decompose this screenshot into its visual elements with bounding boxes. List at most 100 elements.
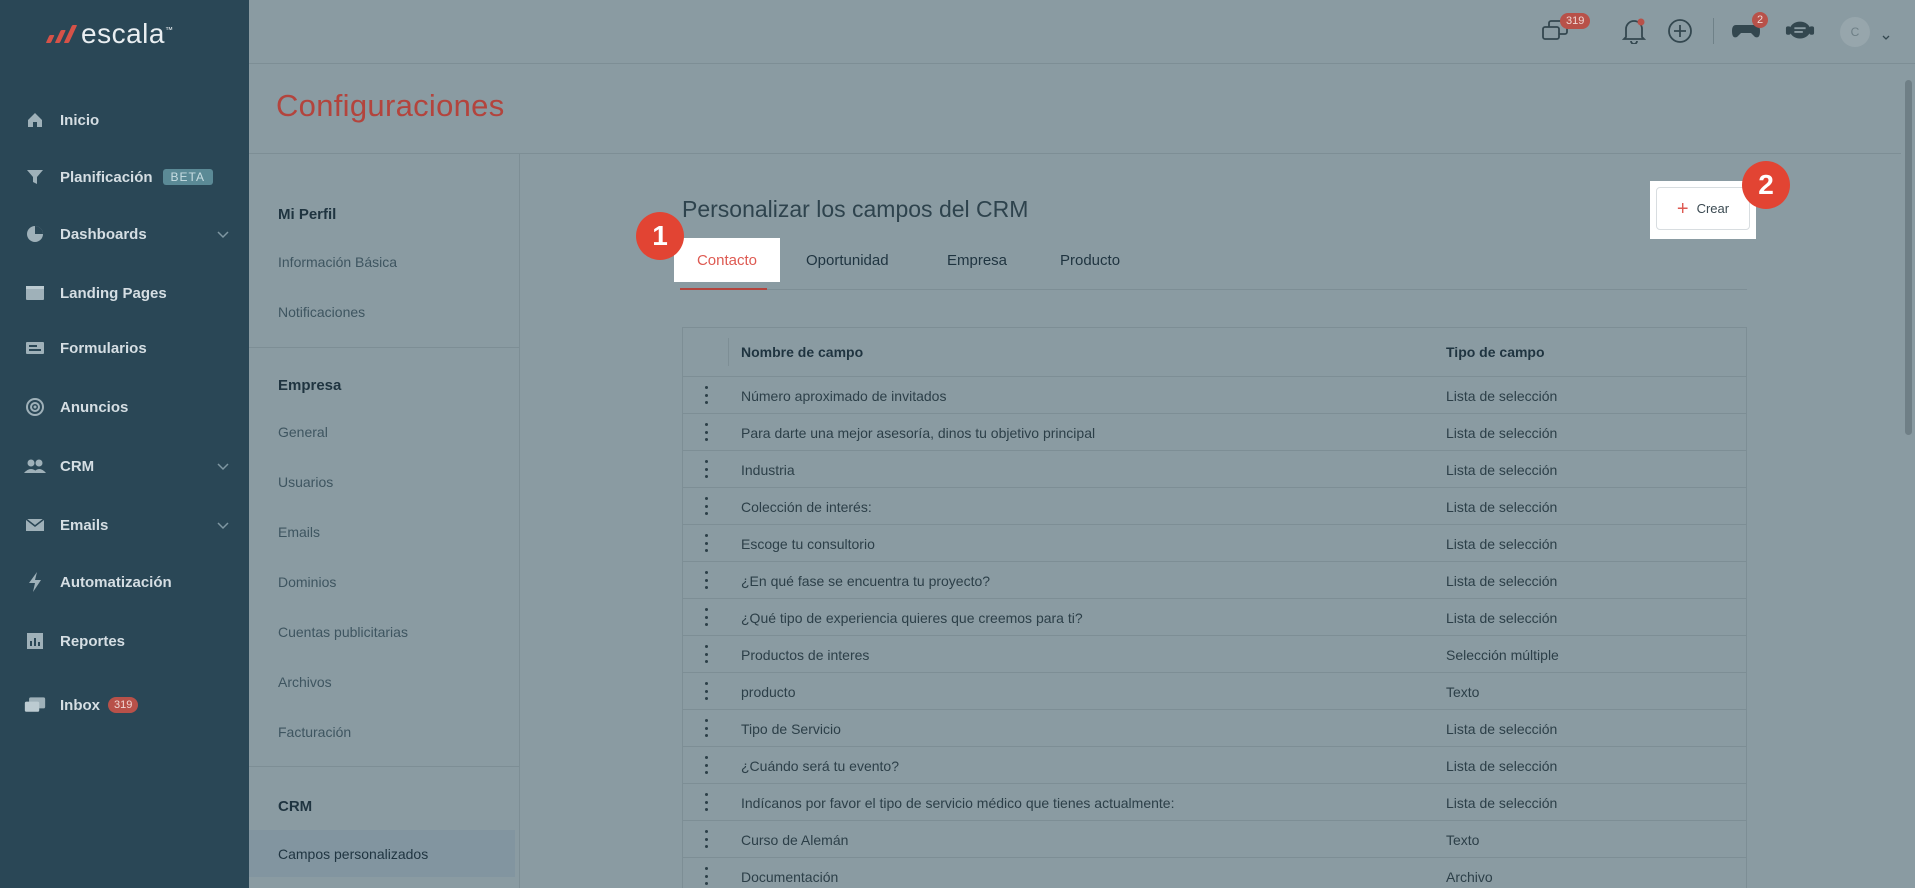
plus-icon: + <box>1676 197 1689 220</box>
gamepad-count-badge: 2 <box>1752 12 1769 28</box>
settings-item-facturacion[interactable]: Facturación <box>278 724 351 740</box>
table-header: Nombre de campo Tipo de campo <box>683 328 1746 377</box>
field-type-tabs: Oportunidad Empresa Producto <box>682 238 1747 290</box>
chevron-down-icon <box>217 226 229 243</box>
step-marker-2: 2 <box>1742 161 1790 209</box>
field-type-cell: Lista de selección <box>1446 573 1558 589</box>
settings-item-archivos[interactable]: Archivos <box>278 674 332 690</box>
settings-item-usuarios[interactable]: Usuarios <box>278 474 333 490</box>
row-menu-icon[interactable] <box>705 756 709 774</box>
report-icon <box>24 631 46 651</box>
table-row[interactable]: ¿Qué tipo de experiencia quieres que cre… <box>683 599 1746 636</box>
chevron-down-icon <box>217 458 229 475</box>
field-name-cell: Colección de interés: <box>741 499 872 515</box>
table-row[interactable]: Para darte una mejor asesoría, dinos tu … <box>683 414 1746 451</box>
add-button[interactable] <box>1665 16 1695 46</box>
row-menu-icon[interactable] <box>705 608 709 626</box>
table-row[interactable]: Escoge tu consultorio Lista de selección <box>683 525 1746 562</box>
table-row[interactable]: producto Texto <box>683 673 1746 710</box>
settings-item-informacion-basica[interactable]: Información Básica <box>278 254 397 270</box>
sidebar-item-planificacion[interactable]: Planificación BETA <box>0 157 249 197</box>
row-menu-icon[interactable] <box>705 645 709 663</box>
sidebar-item-label: Formularios <box>60 339 147 357</box>
settings-item-emails[interactable]: Emails <box>278 524 320 540</box>
sidebar-item-inicio[interactable]: Inicio <box>0 100 249 140</box>
brand-tm: ™ <box>164 25 174 35</box>
row-menu-icon[interactable] <box>705 571 709 589</box>
support-chat-button[interactable] <box>1785 16 1815 46</box>
field-name-cell: Escoge tu consultorio <box>741 536 875 552</box>
settings-item-dominios[interactable]: Dominios <box>278 574 336 590</box>
sidebar-item-label: CRM <box>60 457 95 475</box>
page-scrollbar[interactable] <box>1905 80 1912 435</box>
column-header-tipo[interactable]: Tipo de campo <box>1446 344 1545 360</box>
tab-empresa[interactable]: Empresa <box>947 252 1007 269</box>
sidebar-item-anuncios[interactable]: Anuncios <box>0 387 249 427</box>
field-type-cell: Lista de selección <box>1446 425 1558 441</box>
field-type-cell: Lista de selección <box>1446 721 1558 737</box>
settings-item-notificaciones[interactable]: Notificaciones <box>278 304 365 320</box>
field-name-cell: Productos de interes <box>741 647 870 663</box>
table-row[interactable]: Productos de interes Selección múltiple <box>683 636 1746 673</box>
sidebar-item-automatizacion[interactable]: Automatización <box>0 562 249 602</box>
sidebar-item-label: Inbox <box>60 696 100 714</box>
crear-button[interactable]: + Crear <box>1656 187 1750 230</box>
table-row[interactable]: Curso de Alemán Texto <box>683 821 1746 858</box>
table-row[interactable]: Industria Lista de selección <box>683 451 1746 488</box>
row-menu-icon[interactable] <box>705 719 709 737</box>
row-menu-icon[interactable] <box>705 386 709 404</box>
row-menu-icon[interactable] <box>705 867 709 885</box>
filter-icon <box>24 167 46 187</box>
brand-name: escala <box>81 18 165 49</box>
tab-oportunidad[interactable]: Oportunidad <box>806 252 889 269</box>
browser-icon <box>24 283 46 303</box>
table-row[interactable]: Tipo de Servicio Lista de selección <box>683 710 1746 747</box>
table-row[interactable]: ¿En qué fase se encuentra tu proyecto? Li… <box>683 562 1746 599</box>
column-header-nombre[interactable]: Nombre de campo <box>741 344 863 360</box>
tab-producto[interactable]: Producto <box>1060 252 1120 269</box>
row-menu-icon[interactable] <box>705 423 709 441</box>
table-row[interactable]: Número aproximado de invitados Lista de s… <box>683 377 1746 414</box>
table-row[interactable]: Colección de interés: Lista de selección <box>683 488 1746 525</box>
table-row[interactable]: Indícanos por favor el tipo de servicio … <box>683 784 1746 821</box>
field-name-cell: Tipo de Servicio <box>741 721 841 737</box>
row-menu-icon[interactable] <box>705 497 709 515</box>
user-avatar[interactable]: C <box>1840 17 1870 47</box>
row-menu-icon[interactable] <box>705 682 709 700</box>
messages-count-badge: 319 <box>1560 13 1591 29</box>
notifications-button[interactable] <box>1619 16 1649 46</box>
settings-section-crm: CRM <box>278 798 313 815</box>
sidebar-item-crm[interactable]: CRM <box>0 446 249 486</box>
row-menu-icon[interactable] <box>705 534 709 552</box>
sidebar-item-inbox[interactable]: Inbox 319 <box>0 685 249 725</box>
people-icon <box>24 456 46 476</box>
sidebar-item-emails[interactable]: Emails <box>0 505 249 545</box>
field-type-cell: Lista de selección <box>1446 499 1558 515</box>
settings-item-general[interactable]: General <box>278 424 328 440</box>
sidebar-item-formularios[interactable]: Formularios <box>0 328 249 368</box>
plus-circle-icon <box>1668 19 1692 43</box>
sidebar-item-reportes[interactable]: Reportes <box>0 621 249 661</box>
form-icon <box>24 338 46 358</box>
field-name-cell: Para darte una mejor asesoría, dinos tu … <box>741 425 1096 441</box>
table-row[interactable]: Documentación Archivo <box>683 858 1746 888</box>
row-menu-icon[interactable] <box>705 830 709 848</box>
column-divider <box>728 338 729 366</box>
chevron-down-icon[interactable] <box>1882 28 1890 46</box>
settings-item-cuentas-publicitarias[interactable]: Cuentas publicitarias <box>278 624 408 640</box>
escala-logo[interactable]: escala™ <box>45 18 174 50</box>
field-type-cell: Lista de selección <box>1446 462 1558 478</box>
sidebar-item-label: Inicio <box>60 111 100 129</box>
field-type-cell: Lista de selección <box>1446 388 1558 404</box>
tab-contacto[interactable]: Contacto <box>674 238 780 282</box>
row-menu-icon[interactable] <box>705 460 709 478</box>
row-menu-icon[interactable] <box>705 793 709 811</box>
sidebar-item-landing-pages[interactable]: Landing Pages <box>0 273 249 313</box>
sidebar-item-label: Automatización <box>60 573 172 591</box>
table-row[interactable]: ¿Cuándo será tu evento? Lista de selecció… <box>683 747 1746 784</box>
settings-item-campos-personalizados[interactable]: Campos personalizados <box>278 846 428 862</box>
sidebar-item-dashboards[interactable]: Dashboards <box>0 214 249 254</box>
field-type-cell: Lista de selección <box>1446 610 1558 626</box>
field-type-cell: Archivo <box>1446 869 1493 885</box>
field-name-cell: producto <box>741 684 796 700</box>
